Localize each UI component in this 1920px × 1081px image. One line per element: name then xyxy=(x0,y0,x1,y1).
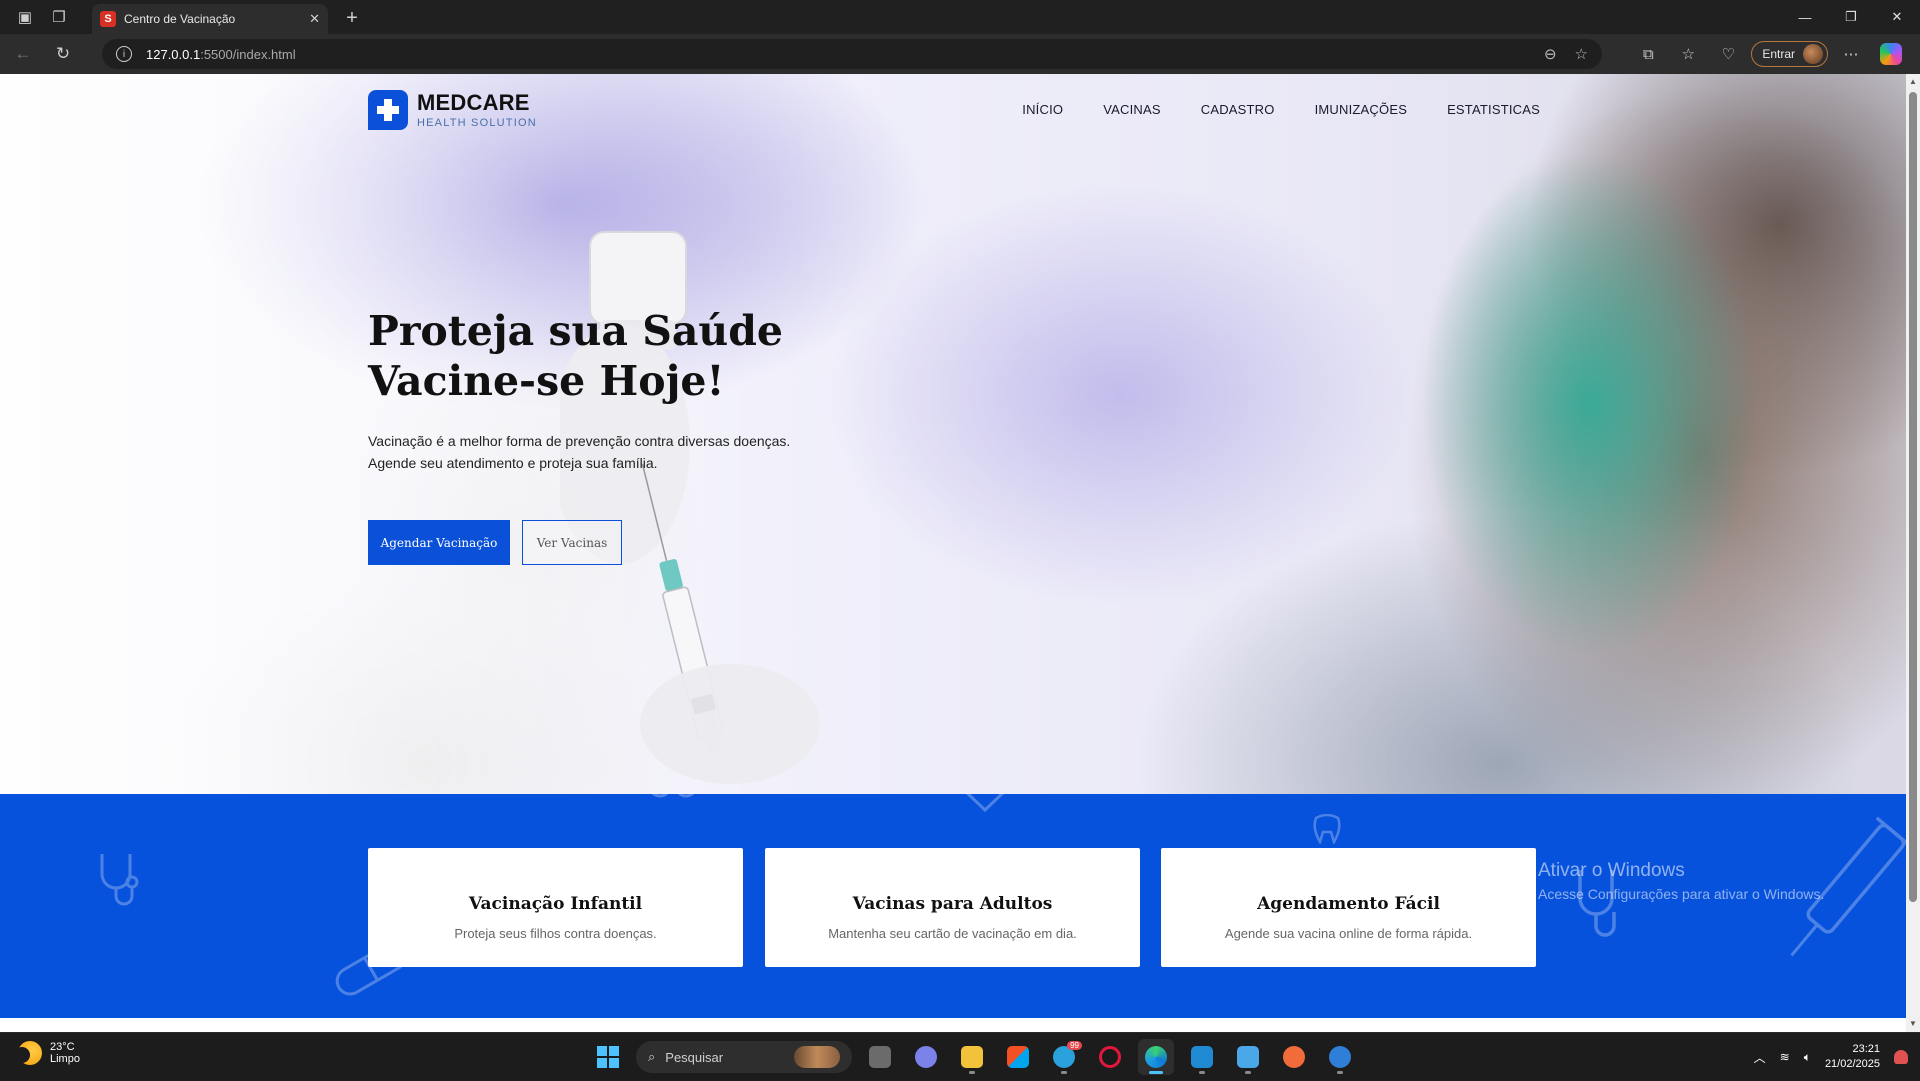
vscode-icon[interactable] xyxy=(1184,1039,1220,1075)
search-placeholder: Pesquisar xyxy=(665,1049,724,1065)
browser-tab[interactable]: S Centro de Vacinação ✕ xyxy=(92,4,328,34)
notepad-icon[interactable] xyxy=(1230,1039,1266,1075)
extensions-icon[interactable]: ⧉ xyxy=(1631,37,1665,71)
weather-condition: Limpo xyxy=(50,1053,80,1065)
system-tray: ︿ ≋ 🔈︎ 23:21 21/02/2025 xyxy=(1754,1033,1908,1081)
brand-tagline: HEALTH SOLUTION xyxy=(417,116,537,129)
wifi-icon[interactable]: ≋ xyxy=(1780,1050,1790,1064)
tab-actions-icon[interactable]: ❐ xyxy=(42,0,76,34)
favorite-star-icon[interactable]: ☆ xyxy=(1575,45,1588,63)
hero-text-line2: Agende seu atendimento e proteja sua fam… xyxy=(368,455,658,471)
hero-section: MEDCARE HEALTH SOLUTION INÍCIO VACINAS C… xyxy=(0,74,1906,794)
search-highlight-image xyxy=(794,1046,840,1068)
search-icon: ⌕ xyxy=(648,1049,656,1064)
telegram-badge: 99 xyxy=(1067,1041,1082,1050)
more-menu-icon[interactable]: ⋯ xyxy=(1834,37,1868,71)
hero-description: Vacinação é a melhor forma de prevenção … xyxy=(368,430,790,474)
page-scrollbar[interactable]: ▲ ▼ xyxy=(1906,74,1920,1032)
favicon-icon: S xyxy=(100,11,116,27)
file-explorer-icon[interactable] xyxy=(954,1039,990,1075)
favorites-icon[interactable]: ☆ xyxy=(1671,37,1705,71)
address-bar[interactable]: i 127.0.0.1:5500/index.html ⊖ ☆ xyxy=(102,39,1602,69)
feature-card-text: Proteja seus filhos contra doenças. xyxy=(454,926,657,941)
windows-taskbar: 23°C Limpo ⌕ Pesquisar 99 ︿ ≋ 🔈︎ 23:21 2… xyxy=(0,1032,1920,1080)
tooth-icon xyxy=(1313,814,1341,844)
back-button[interactable]: ← xyxy=(6,37,40,71)
url-host: 127.0.0.1 xyxy=(146,46,201,62)
schedule-vaccination-button[interactable]: Agendar Vacinação xyxy=(368,520,510,565)
task-view-icon[interactable] xyxy=(862,1039,898,1075)
site-info-icon[interactable]: i xyxy=(116,46,132,62)
clock-date: 21/02/2025 xyxy=(1824,1058,1880,1070)
feature-card-text: Agende sua vacina online de forma rápida… xyxy=(1224,926,1473,941)
temperature: 23°C xyxy=(50,1041,75,1053)
brand-name: MEDCARE xyxy=(417,89,530,115)
weather-widget[interactable]: 23°C Limpo xyxy=(14,1041,80,1065)
feature-card-title: Agendamento Fácil xyxy=(1257,894,1440,914)
medical-cross-icon xyxy=(368,90,408,130)
hero-text-line1: Vacinação é a melhor forma de prevenção … xyxy=(368,433,791,449)
site-logo[interactable]: MEDCARE HEALTH SOLUTION xyxy=(368,90,537,130)
edge-browser-icon[interactable] xyxy=(1138,1039,1174,1075)
clock[interactable]: 23:21 21/02/2025 xyxy=(1825,1042,1880,1072)
browser-tab-bar: ▣ ❐ S Centro de Vacinação ✕ + — ❐ ✕ xyxy=(0,0,1920,34)
stethoscope-icon xyxy=(652,794,694,798)
nav-estatisticas[interactable]: ESTATISTICAS xyxy=(1447,102,1540,117)
minimize-icon[interactable]: — xyxy=(1782,0,1828,34)
hero-title-line2: Vacine-se Hoje! xyxy=(368,357,725,405)
copilot-icon[interactable] xyxy=(1874,37,1908,71)
windows-activation-watermark: Ativar o Windows Acesse Configurações pa… xyxy=(1538,860,1824,902)
browser-toolbar: ← ↻ i 127.0.0.1:5500/index.html ⊖ ☆ ⧉ ☆ … xyxy=(0,34,1920,74)
nav-imunizacoes[interactable]: IMUNIZAÇÕES xyxy=(1315,102,1407,117)
scroll-down-icon[interactable]: ▼ xyxy=(1909,1020,1917,1028)
volume-icon[interactable]: 🔈︎ xyxy=(1804,1050,1811,1065)
features-section: Vacinação Infantil Proteja seus filhos c… xyxy=(0,794,1906,1018)
postman-icon[interactable] xyxy=(1276,1039,1312,1075)
telegram-icon[interactable]: 99 xyxy=(1046,1039,1082,1075)
nav-inicio[interactable]: INÍCIO xyxy=(1022,102,1063,117)
watermark-subtitle: Acesse Configurações para ativar o Windo… xyxy=(1538,886,1825,902)
watermark-title: Ativar o Windows xyxy=(1538,860,1685,881)
new-tab-button[interactable]: + xyxy=(338,4,366,32)
view-vaccines-button[interactable]: Ver Vacinas xyxy=(522,520,622,565)
sign-in-button[interactable]: Entrar xyxy=(1751,41,1828,67)
clock-time: 23:21 xyxy=(1852,1043,1880,1055)
hero-title: Proteja sua Saúde Vacine-se Hoje! xyxy=(368,306,783,406)
avatar xyxy=(1803,44,1823,64)
tab-title: Centro de Vacinação xyxy=(124,12,236,26)
teams-chat-icon[interactable] xyxy=(908,1039,944,1075)
heart-monitor-icon xyxy=(966,794,1004,813)
main-nav: INÍCIO VACINAS CADASTRO IMUNIZAÇÕES ESTA… xyxy=(1022,102,1540,117)
feature-card[interactable]: Agendamento Fácil Agende sua vacina onli… xyxy=(1161,848,1536,967)
weather-moon-icon xyxy=(14,1041,42,1065)
reload-button[interactable]: ↻ xyxy=(46,37,80,71)
start-button[interactable] xyxy=(590,1039,626,1075)
opera-gx-icon[interactable] xyxy=(1092,1039,1128,1075)
nav-vacinas[interactable]: VACINAS xyxy=(1103,102,1161,117)
azure-data-studio-icon[interactable] xyxy=(1322,1039,1358,1075)
notification-bell-icon[interactable] xyxy=(1894,1050,1908,1064)
feature-card-text: Mantenha seu cartão de vacinação em dia. xyxy=(828,926,1077,941)
workspaces-icon[interactable]: ▣ xyxy=(8,0,42,34)
close-tab-icon[interactable]: ✕ xyxy=(309,11,320,27)
zoom-icon[interactable]: ⊖ xyxy=(1544,45,1557,63)
stethoscope-icon xyxy=(100,854,139,906)
window-controls: — ❐ ✕ xyxy=(1782,0,1920,34)
scroll-up-icon[interactable]: ▲ xyxy=(1909,78,1917,86)
hero-title-line1: Proteja sua Saúde xyxy=(368,307,783,355)
sign-in-label: Entrar xyxy=(1762,47,1795,61)
microsoft-store-icon[interactable] xyxy=(1000,1039,1036,1075)
feature-card-title: Vacinação Infantil xyxy=(468,894,643,914)
scroll-thumb[interactable] xyxy=(1909,92,1917,902)
browser-essentials-icon[interactable]: ♡ xyxy=(1711,37,1745,71)
chevron-up-icon[interactable]: ︿ xyxy=(1754,1049,1766,1066)
feature-card-title: Vacinas para Adultos xyxy=(852,894,1053,914)
nav-cadastro[interactable]: CADASTRO xyxy=(1201,102,1275,117)
close-window-icon[interactable]: ✕ xyxy=(1874,0,1920,34)
url-path: :5500/index.html xyxy=(200,46,296,62)
taskbar-search[interactable]: ⌕ Pesquisar xyxy=(636,1041,852,1073)
feature-card[interactable]: Vacinação Infantil Proteja seus filhos c… xyxy=(368,848,743,967)
restore-icon[interactable]: ❐ xyxy=(1828,0,1874,34)
feature-card[interactable]: Vacinas para Adultos Mantenha seu cartão… xyxy=(765,848,1140,967)
